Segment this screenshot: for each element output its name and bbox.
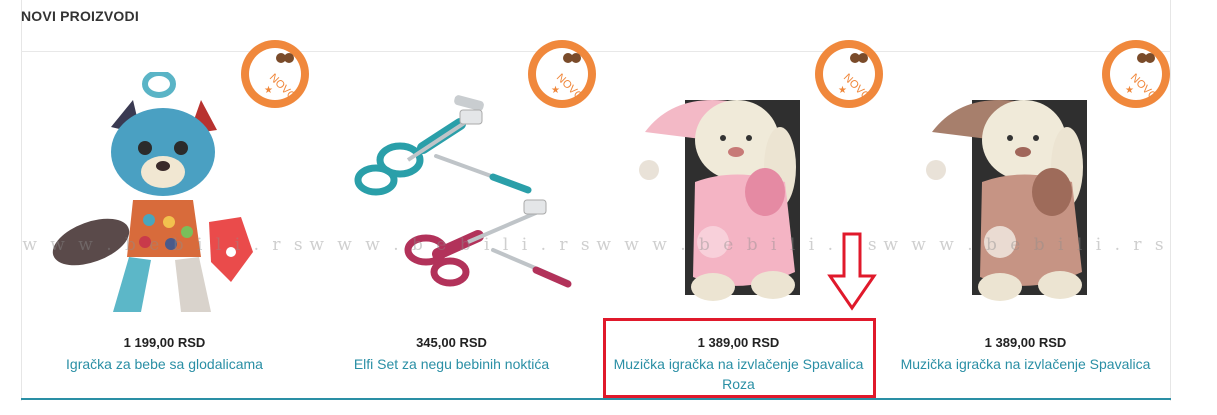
highlight-box — [603, 318, 876, 398]
novo-badge-icon: NOVO ★ — [815, 40, 883, 108]
product-card[interactable]: w w w . b e b i l i . r s NOVO ★ 1 199,0… — [21, 40, 309, 397]
section-title: NOVI PROIZVODI — [21, 8, 139, 24]
product-price: 1 389,00 RSD — [984, 335, 1067, 350]
bottom-accent-line — [21, 398, 1171, 400]
product-card[interactable]: w w w . b e b i l i . r s NOVO ★ 1 389,0… — [882, 40, 1170, 397]
svg-text:★: ★ — [1125, 85, 1134, 96]
product-name-link[interactable]: Elfi Set za negu bebinih noktića — [316, 354, 587, 374]
svg-text:★: ★ — [838, 85, 847, 96]
product-name-link[interactable]: Igračka za bebe sa glodalicama — [29, 354, 300, 374]
novo-badge-icon: NOVO ★ — [241, 40, 309, 108]
product-name-link[interactable]: Muzička igračka na izvlačenje Spavalica — [890, 354, 1161, 374]
product-price: 345,00 RSD — [416, 335, 487, 350]
novo-badge-icon: NOVO ★ — [1102, 40, 1170, 108]
novo-badge-icon: NOVO ★ — [528, 40, 596, 108]
svg-text:★: ★ — [264, 85, 273, 96]
svg-text:★: ★ — [551, 85, 560, 96]
down-arrow-icon — [827, 232, 877, 311]
product-card[interactable]: w w w . b e b i l i . r s NOVO ★ 345,00 … — [308, 40, 596, 397]
product-price: 1 199,00 RSD — [123, 335, 206, 350]
